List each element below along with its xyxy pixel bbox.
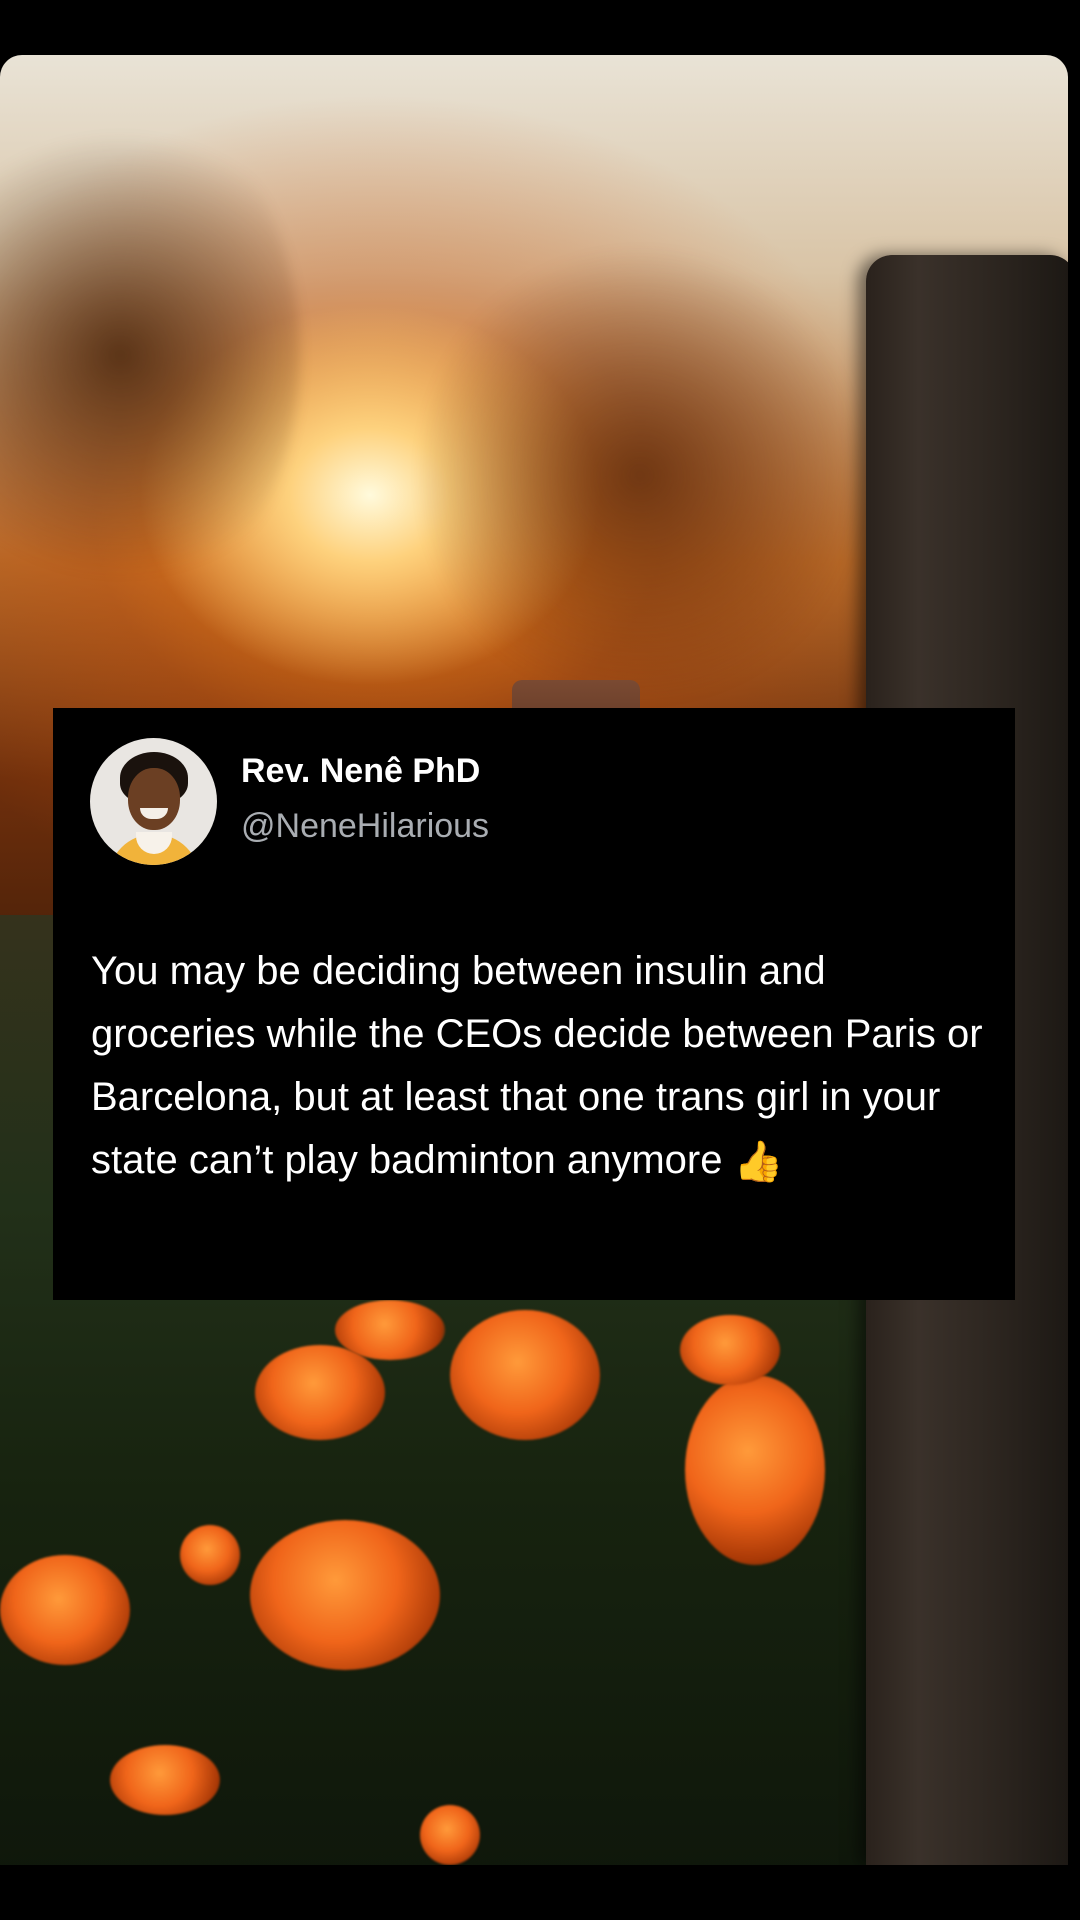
marigold-flower bbox=[0, 1555, 130, 1665]
user-handle[interactable]: @NeneHilarious bbox=[241, 806, 489, 846]
marigold-flower bbox=[110, 1745, 220, 1815]
marigold-flower bbox=[420, 1805, 480, 1865]
marigold-flower bbox=[250, 1520, 440, 1670]
reel-screen: Rev. Nenê PhD @NeneHilarious You may be … bbox=[0, 0, 1080, 1920]
display-name[interactable]: Rev. Nenê PhD bbox=[241, 751, 480, 791]
tweet-card: Rev. Nenê PhD @NeneHilarious You may be … bbox=[53, 708, 1015, 1300]
marigold-flower bbox=[255, 1345, 385, 1440]
tree-silhouette bbox=[420, 235, 860, 715]
tweet-text: You may be deciding between insulin and … bbox=[91, 940, 991, 1192]
tree-silhouette bbox=[0, 95, 300, 615]
marigold-flower bbox=[335, 1300, 445, 1360]
marigold-flower bbox=[680, 1315, 780, 1385]
avatar[interactable] bbox=[90, 738, 217, 865]
marigold-flower bbox=[180, 1525, 240, 1585]
marigold-flower bbox=[685, 1375, 825, 1565]
thumbs-up-icon: 👍 bbox=[733, 1140, 784, 1184]
marigold-flower bbox=[450, 1310, 600, 1440]
tweet-body: You may be deciding between insulin and … bbox=[91, 949, 983, 1182]
